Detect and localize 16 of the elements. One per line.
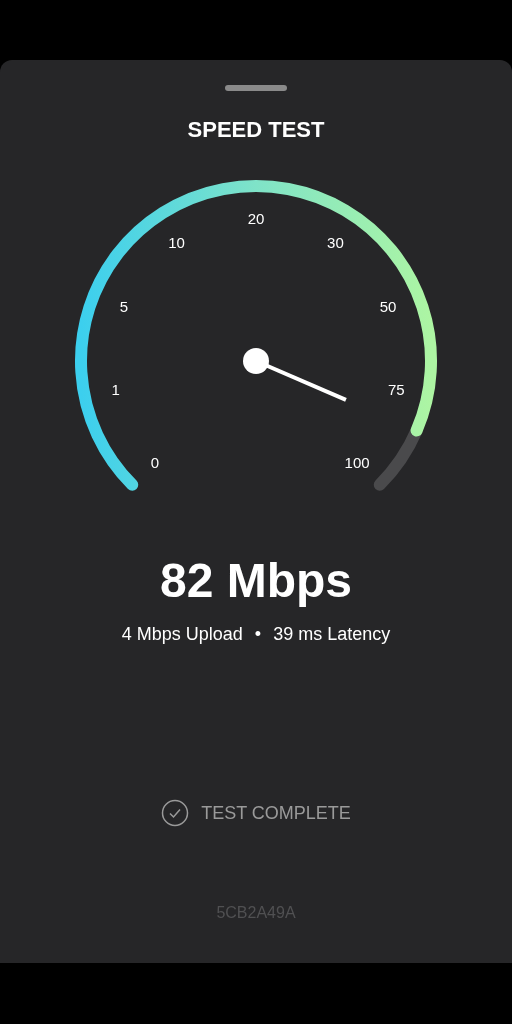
upload-speed: 4 Mbps Upload xyxy=(121,625,243,643)
download-speed: 82 Mbps xyxy=(159,557,352,605)
scale-label: 75 xyxy=(387,381,405,397)
scale-label: 30 xyxy=(327,234,344,250)
scale-label: 0 xyxy=(150,454,160,470)
latency: 39 ms Latency xyxy=(273,625,391,643)
status-text: TEST COMPLETE xyxy=(201,804,351,822)
scale-label: 20 xyxy=(247,210,265,226)
separator-dot: • xyxy=(254,625,262,643)
scale-label: 5 xyxy=(119,298,129,314)
sheet-title: SPEED TEST xyxy=(187,119,325,141)
scale-label: 50 xyxy=(379,298,397,314)
scale-label: 1 xyxy=(111,381,120,397)
drag-handle[interactable] xyxy=(225,85,287,91)
scale-label: 10 xyxy=(168,234,185,250)
scale-label: 100 xyxy=(344,454,370,470)
